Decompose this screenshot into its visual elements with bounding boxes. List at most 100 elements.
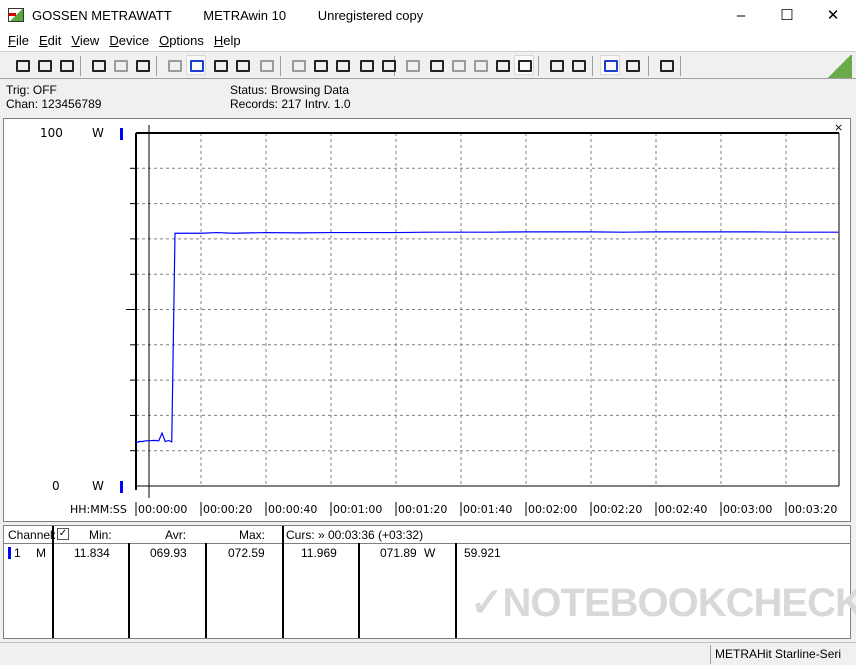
- display-icon: [168, 60, 182, 72]
- y-min-label: 0: [52, 479, 60, 493]
- memory-button[interactable]: [132, 55, 152, 75]
- zoom-wave-button[interactable]: [600, 55, 620, 75]
- row-cursor-c: 59.921: [464, 546, 501, 560]
- print-button[interactable]: [546, 55, 566, 75]
- x-tick-label: 00:02:40: [658, 503, 707, 516]
- x-tick-label: 00:03:20: [788, 503, 837, 516]
- transfer-icon: [292, 60, 306, 72]
- header-cursor: Curs: » 00:03:36 (+03:32): [286, 528, 424, 542]
- menu-view[interactable]: View: [66, 31, 104, 51]
- menu-device[interactable]: Device: [104, 31, 154, 51]
- menu-bar: File Edit View Device Options Help: [0, 31, 856, 51]
- toolbar-separator: [280, 56, 281, 76]
- menu-edit[interactable]: Edit: [34, 31, 66, 51]
- printer-icon: [572, 60, 586, 72]
- wave2-icon: [474, 60, 488, 72]
- menu-options[interactable]: Options: [154, 31, 209, 51]
- y-unit-bottom: W: [92, 479, 104, 493]
- device-status: METRAHit Starline-Seri: [710, 645, 856, 664]
- data-point: [216, 232, 218, 233]
- monitor-button[interactable]: [356, 55, 376, 75]
- wave-icon: [452, 60, 466, 72]
- row-channel: 1: [14, 546, 21, 560]
- zoom-search-button[interactable]: [622, 55, 642, 75]
- cursor-button[interactable]: [426, 55, 446, 75]
- data-point: [142, 441, 143, 442]
- x-axis-label: HH:MM:SS: [70, 503, 127, 516]
- header-channel: Channel:: [8, 528, 57, 542]
- data-point: [837, 231, 839, 233]
- comment-button[interactable]: [656, 55, 676, 75]
- chart-button[interactable]: [186, 55, 206, 75]
- header-min: Min:: [89, 528, 112, 542]
- save-as-button[interactable]: [34, 55, 54, 75]
- data-point: [558, 231, 559, 233]
- table-button[interactable]: [232, 55, 252, 75]
- table-icon: [236, 60, 250, 72]
- power-chart[interactable]: 00:00:00 00:00:20 00:00:40 00:01:00 00:01:20…: [4, 119, 850, 521]
- minimize-button[interactable]: –: [718, 0, 764, 31]
- maximize-button[interactable]: ☐: [764, 0, 810, 31]
- data-point: [460, 231, 462, 233]
- clock-button[interactable]: [492, 55, 512, 75]
- data-point: [363, 232, 364, 233]
- stopwatch-button[interactable]: [514, 55, 534, 75]
- brand-title: GOSSEN METRAWATT: [32, 8, 172, 23]
- menu-help[interactable]: Help: [209, 31, 246, 51]
- records-info: Records: 217 Intrv. 1.0: [230, 97, 351, 111]
- data-point: [155, 440, 156, 441]
- stopwatch-icon: [518, 60, 532, 72]
- channel-status: Chan: 123456789: [6, 97, 102, 111]
- digital-button[interactable]: [332, 55, 352, 75]
- license-title: Unregistered copy: [317, 8, 424, 23]
- printer-button[interactable]: [568, 55, 588, 75]
- data-point: [145, 440, 147, 442]
- status-bar: METRAHit Starline-Seri: [0, 642, 856, 665]
- save-as-icon: [38, 60, 52, 72]
- export-button[interactable]: [310, 55, 330, 75]
- close-button[interactable]: ✕: [810, 0, 856, 31]
- x-tick-label: 00:02:00: [528, 503, 577, 516]
- clock-icon: [496, 60, 510, 72]
- wave2-button[interactable]: [470, 55, 490, 75]
- monitor-icon: [360, 60, 374, 72]
- toolbar-separator: [80, 56, 81, 76]
- open-folder-button[interactable]: [56, 55, 76, 75]
- data-point: [688, 231, 689, 233]
- menu-file[interactable]: File: [3, 31, 34, 51]
- zoom-wave-icon: [604, 60, 618, 72]
- row-min: 11.834: [74, 546, 110, 560]
- toolbar: [0, 51, 856, 79]
- status-value: Browsing Data: [271, 83, 350, 97]
- data-point: [590, 231, 592, 233]
- read-memory-disabled-button[interactable]: [110, 55, 130, 75]
- display-button[interactable]: [164, 55, 184, 75]
- toolbar-separator: [680, 56, 681, 76]
- info-panel: Trig: OFF Chan: 123456789 Status: Browsi…: [0, 80, 856, 114]
- function-button[interactable]: [378, 55, 398, 75]
- x-tick-label: 00:01:00: [333, 503, 382, 516]
- y-unit-top: W: [92, 126, 104, 140]
- read-memory-button[interactable]: [88, 55, 108, 75]
- data-point: [785, 231, 787, 233]
- header-avr: Avr:: [165, 528, 187, 542]
- toolbar-separator: [592, 56, 593, 76]
- wave-button[interactable]: [448, 55, 468, 75]
- data-point: [233, 232, 234, 234]
- transfer-button[interactable]: [288, 55, 308, 75]
- chart-panel: 00:00:00 00:00:20 00:00:40 00:01:00 00:01:20…: [3, 118, 851, 522]
- meter-button[interactable]: [402, 55, 422, 75]
- data-point: [753, 231, 754, 233]
- bar-chart-button[interactable]: [256, 55, 276, 75]
- x-tick-label: 00:01:40: [463, 503, 512, 516]
- data-point: [200, 232, 202, 234]
- toolbar-separator: [538, 56, 539, 76]
- save-button[interactable]: [12, 55, 32, 75]
- function-icon: [382, 60, 396, 72]
- crosshair-button[interactable]: [210, 55, 230, 75]
- channel-checkbox[interactable]: ✓: [57, 528, 69, 540]
- row-cursor-a: 11.969: [301, 546, 337, 560]
- toolbar-separator: [648, 56, 649, 76]
- data-point: [720, 231, 722, 233]
- data-point: [330, 232, 332, 233]
